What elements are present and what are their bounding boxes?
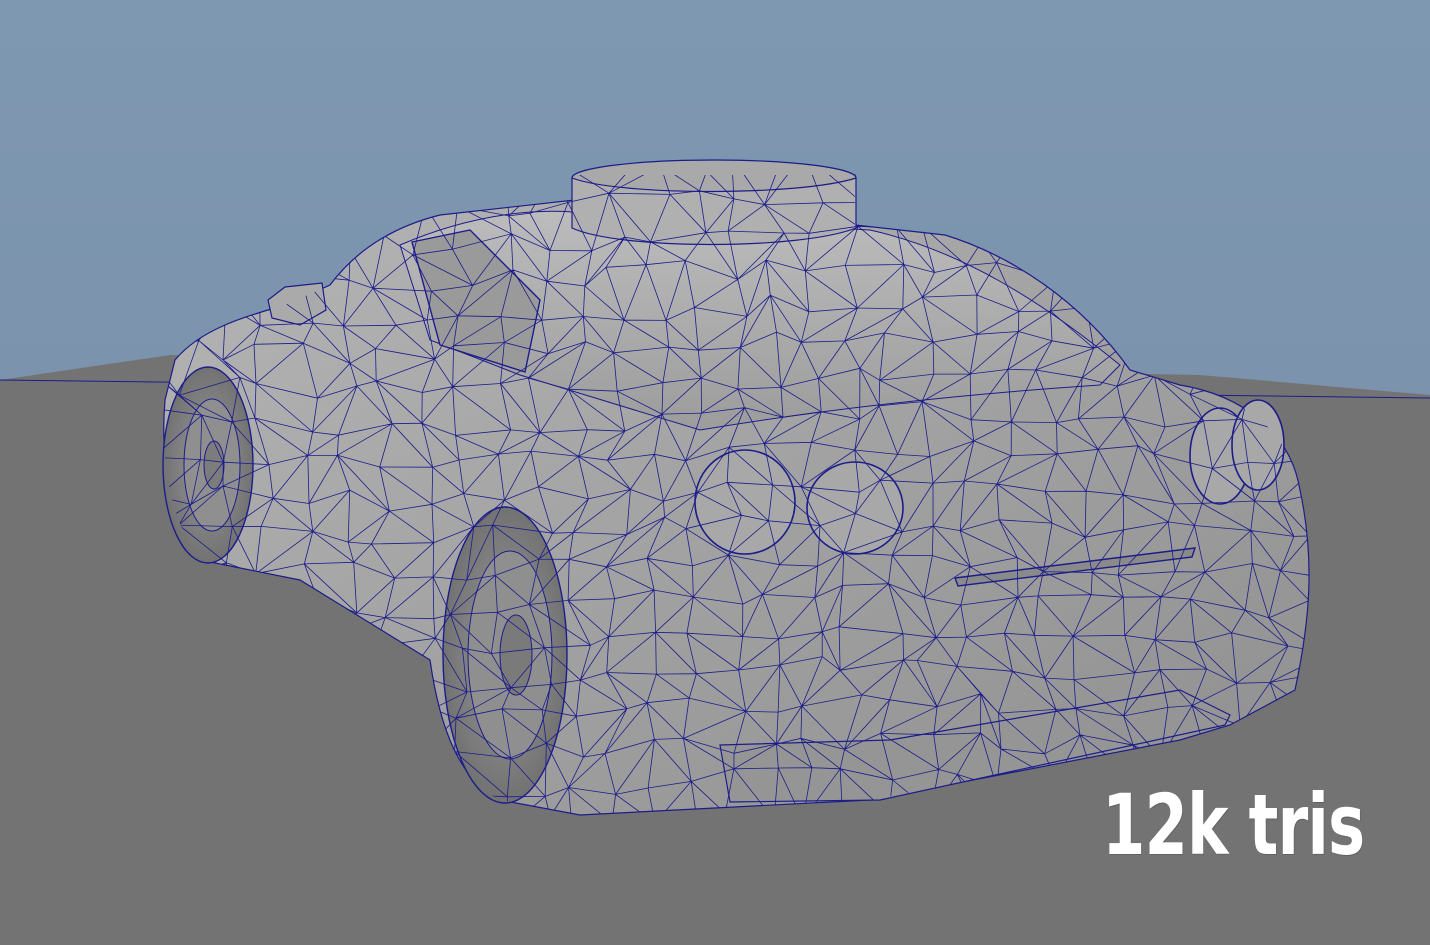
rear-left-wheel <box>162 366 254 564</box>
3d-viewport[interactable]: 12k tris <box>0 0 1430 945</box>
triangle-count-label: 12k tris <box>1101 776 1365 874</box>
